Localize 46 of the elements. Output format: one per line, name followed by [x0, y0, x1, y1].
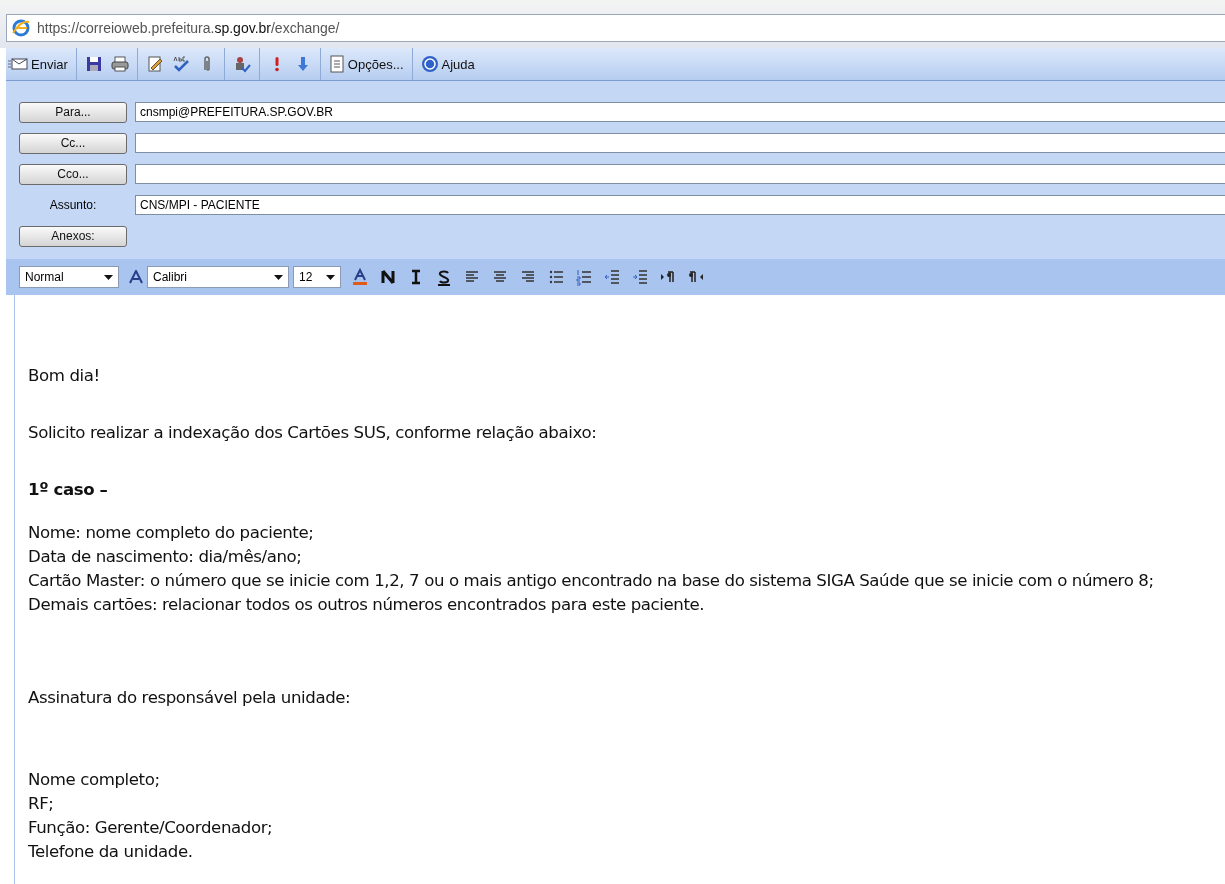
- caret-icon: [274, 274, 283, 280]
- browser-logo-icon: [11, 18, 31, 38]
- body-text: Nome: nome completo do paciente;: [28, 522, 315, 544]
- bullet-list-icon[interactable]: [547, 268, 565, 286]
- strikethrough-icon[interactable]: [435, 268, 453, 286]
- options-button[interactable]: Opções...: [328, 55, 404, 73]
- body-text: Solicito realizar a indexação dos Cartões SUS, conforme relação abaixo:: [28, 422, 598, 444]
- help-button[interactable]: Ajuda: [420, 55, 475, 73]
- edit-icon[interactable]: [145, 55, 164, 73]
- bold-icon[interactable]: [379, 268, 397, 286]
- body-text: Demais cartões: relacionar todos os outros números encontrados para este paciente.: [28, 594, 706, 616]
- spellcheck-icon[interactable]: [171, 55, 190, 73]
- recipient-field[interactable]: [135, 133, 1225, 153]
- body-text: RF;: [28, 793, 55, 815]
- caret-icon: [326, 274, 335, 280]
- subject-field[interactable]: CNS/MPI - PACIENTE: [135, 195, 1225, 215]
- recipient-field[interactable]: [135, 164, 1225, 184]
- print-icon[interactable]: [110, 55, 129, 73]
- subject-label: Assunto:: [48, 198, 98, 212]
- document-icon: [328, 55, 345, 73]
- numbered-list-icon[interactable]: [575, 268, 593, 286]
- decrease-indent-icon[interactable]: [603, 268, 621, 286]
- style-dropdown[interactable]: Normal: [19, 266, 119, 288]
- attachments-button[interactable]: Anexos:: [19, 225, 127, 247]
- font-dropdown[interactable]: Calibri: [147, 266, 289, 288]
- body-text: Bom dia!: [28, 365, 101, 387]
- font-icon[interactable]: [129, 270, 143, 284]
- url-text[interactable]: https://correioweb.prefeitura.sp.gov.br/exchange/: [37, 20, 340, 36]
- heading-text: 1º caso –: [28, 479, 109, 501]
- body-text: Função: Gerente/Coordenador;: [28, 817, 274, 839]
- body-text: Telefone da unidade.: [28, 841, 194, 863]
- font-color-icon[interactable]: [351, 268, 369, 286]
- save-icon[interactable]: [84, 55, 103, 73]
- body-text: Data de nascimento: dia/mês/ano;: [28, 546, 303, 568]
- envelope-icon: [8, 57, 28, 71]
- size-dropdown[interactable]: 12: [293, 266, 341, 288]
- recipient-field[interactable]: cnsmpi@PREFEITURA.SP.GOV.BR: [135, 102, 1225, 122]
- increase-indent-icon[interactable]: [631, 268, 649, 286]
- body-text: Assinatura do responsável pela unidade:: [28, 687, 352, 709]
- recipient-button[interactable]: Para...: [19, 101, 127, 123]
- recipient-button[interactable]: Cc...: [19, 132, 127, 154]
- recipient-button[interactable]: Cco...: [19, 163, 127, 185]
- caret-icon: [104, 274, 113, 280]
- body-text: Nome completo;: [28, 769, 161, 791]
- body-text: Cartão Master: o número que se inicie com 1,2, 7 ou o mais antigo encontrado na base do sistema SIGA Saúde que se inicie com o número 8;: [28, 570, 1155, 592]
- send-button[interactable]: Enviar: [8, 56, 68, 72]
